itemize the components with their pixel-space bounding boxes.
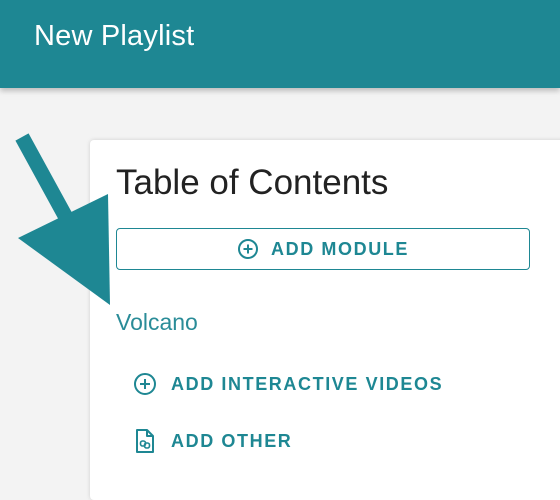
plus-circle-icon bbox=[133, 372, 157, 396]
app-header: New Playlist bbox=[0, 0, 560, 88]
document-link-icon bbox=[133, 429, 157, 453]
plus-circle-icon bbox=[237, 238, 259, 260]
add-other-label: ADD OTHER bbox=[171, 430, 293, 451]
toc-title: Table of Contents bbox=[116, 163, 389, 202]
add-other-button[interactable]: ADD OTHER bbox=[133, 429, 292, 453]
add-interactive-videos-label: ADD INTERACTIVE VIDEOS bbox=[171, 373, 444, 394]
pointer-arrow-icon bbox=[15, 133, 110, 305]
add-interactive-videos-button[interactable]: ADD INTERACTIVE VIDEOS bbox=[133, 372, 443, 396]
add-module-label: ADD MODULE bbox=[271, 238, 409, 259]
page-title: New Playlist bbox=[34, 20, 195, 52]
module-title-volcano[interactable]: Volcano bbox=[116, 309, 198, 336]
add-module-button[interactable]: ADD MODULE bbox=[116, 228, 530, 270]
